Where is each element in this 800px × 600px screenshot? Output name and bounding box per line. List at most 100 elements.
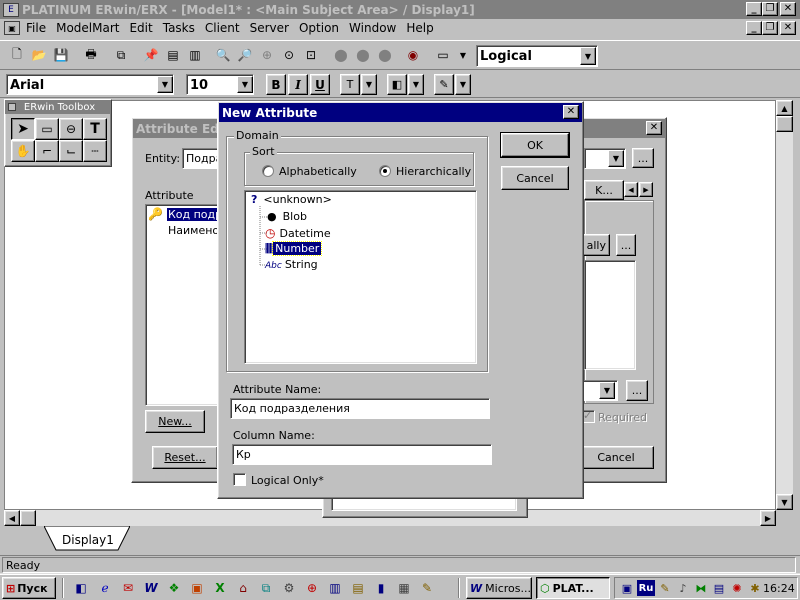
palette-dropdown-icon[interactable]: ▼ (452, 44, 474, 66)
language-indicator[interactable]: Ru (637, 580, 655, 596)
menu-server[interactable]: Server (250, 21, 289, 35)
domain-select-editor-dropdown[interactable]: ▼ (599, 382, 615, 399)
browse-button-2[interactable]: ... (616, 234, 636, 256)
tray-speaker-icon[interactable]: ♪ (675, 580, 691, 596)
access-icon[interactable]: ⌂ (234, 579, 252, 597)
tree-item-unknown[interactable]: ? <unknown> (251, 193, 332, 206)
menu-edit[interactable]: Edit (129, 21, 152, 35)
tray-disk-icon[interactable]: ▤ (711, 580, 727, 596)
menu-option[interactable]: Option (299, 21, 339, 35)
tray-pencil-icon[interactable]: ✎ (657, 580, 673, 596)
entity-dropdown-button[interactable]: ▼ (608, 150, 624, 167)
menu-file[interactable]: File (26, 21, 46, 35)
bold-button[interactable]: B (266, 74, 286, 95)
notepad-icon[interactable]: ✎ (418, 579, 436, 597)
internet-explorer-icon[interactable]: ℯ (96, 579, 114, 597)
word-icon[interactable]: W (142, 579, 160, 597)
ok-button[interactable]: OK (500, 132, 570, 158)
tray-settings-icon[interactable]: ✺ (729, 580, 745, 596)
palette-icon[interactable]: ▭ (432, 44, 454, 66)
new-attribute-close-button[interactable]: ✕ (563, 105, 579, 119)
vertical-scrollbar[interactable]: ▲ ▼ (776, 100, 793, 510)
tray-network-icon[interactable]: ⧓ (693, 580, 709, 596)
menu-tasks[interactable]: Tasks (163, 21, 195, 35)
task-button-word[interactable]: W Micros... (466, 577, 532, 599)
logical-only-label[interactable]: Logical Only* (251, 474, 324, 487)
reset-button[interactable]: Reset... (152, 446, 218, 469)
sort-hierarchically-label[interactable]: Hierarchically (396, 165, 471, 178)
column-name-input[interactable] (232, 444, 492, 465)
mdi-minimize-button[interactable]: _ (746, 21, 762, 35)
copy-icon[interactable]: ⧉ (110, 44, 132, 66)
pointer-tool[interactable]: ➤ (11, 118, 35, 140)
tray-lamp-icon[interactable]: ✱ (747, 580, 763, 596)
entity-display-icon[interactable]: ▤ (162, 44, 184, 66)
dialog-cancel-button[interactable]: Cancel (501, 166, 569, 190)
attribute-name-input[interactable] (230, 398, 490, 419)
fill-color-dropdown-button[interactable]: ▼ (408, 74, 424, 95)
menu-window[interactable]: Window (349, 21, 396, 35)
new-attribute-titlebar[interactable]: New Attribute (219, 103, 582, 122)
calculator-icon[interactable]: ▦ (395, 579, 413, 597)
main-titlebar[interactable]: E PLATINUM ERwin/ERX - [Model1* : <Main … (0, 0, 800, 19)
binder-icon[interactable]: ⧉ (257, 579, 275, 597)
globe-icon[interactable]: ◉ (402, 44, 424, 66)
tree-item-string[interactable]: Abc String (265, 258, 318, 271)
editor-cancel-button[interactable]: Cancel (578, 446, 654, 469)
scroll-up-button[interactable]: ▲ (776, 100, 793, 116)
tools-icon[interactable]: ⚙ (280, 579, 298, 597)
fill-color-button[interactable]: ◧ (387, 74, 407, 95)
browse-button-3[interactable]: ... (626, 380, 648, 401)
chart-icon[interactable]: ▥ (326, 579, 344, 597)
mdi-close-button[interactable]: ✕ (780, 21, 796, 35)
line-color-button[interactable]: ✎ (434, 74, 454, 95)
new-file-icon[interactable]: 🗋 (6, 44, 28, 66)
organizer-icon[interactable]: ▤ (349, 579, 367, 597)
tray-monitor-icon[interactable]: ▣ (619, 580, 635, 596)
line-color-dropdown-button[interactable]: ▼ (455, 74, 471, 95)
menu-modelmart[interactable]: ModelMart (56, 21, 119, 35)
underline-button[interactable]: U (310, 74, 330, 95)
new-attribute-button[interactable]: New... (145, 410, 205, 433)
outlook-icon[interactable]: ✉ (119, 579, 137, 597)
definition-textarea[interactable] (584, 260, 636, 370)
save-icon[interactable]: 💾 (50, 44, 72, 66)
start-button[interactable]: ⊞ Пуск (2, 577, 56, 599)
text-tool[interactable]: T (83, 118, 107, 140)
tab-display1[interactable]: Display1 (62, 533, 114, 547)
ally-button[interactable]: ally (580, 234, 610, 256)
list-item[interactable]: 🔑 Код подразделения (148, 207, 224, 221)
attribute-display-icon[interactable]: ▥ (184, 44, 206, 66)
zoom-normal-icon[interactable]: ⊙ (278, 44, 300, 66)
scroll-down-button[interactable]: ▼ (776, 494, 793, 510)
zoom-in-icon[interactable]: 🔎 (234, 44, 256, 66)
scroll-thumb-vertical[interactable] (776, 116, 793, 132)
toolbox-close-icon[interactable] (8, 103, 16, 111)
many-to-many-relationship-tool[interactable]: ⌙ (59, 140, 83, 162)
view-mode-dropdown-button[interactable]: ▼ (580, 47, 596, 65)
mdi-restore-button[interactable]: ❐ (762, 21, 778, 35)
powerpoint-icon[interactable]: ▣ (188, 579, 206, 597)
zoom-out-icon[interactable]: 🔍 (212, 44, 234, 66)
subtype-tool[interactable]: ⊖ (59, 118, 83, 140)
pin-icon[interactable]: 📌 (140, 44, 162, 66)
text-color-button[interactable]: T (340, 74, 360, 95)
restore-button[interactable]: ❐ (762, 2, 778, 16)
mdi-icon[interactable]: ▣ (4, 21, 20, 35)
menu-help[interactable]: Help (406, 21, 433, 35)
target-icon[interactable]: ⊕ (303, 579, 321, 597)
menu-client[interactable]: Client (205, 21, 240, 35)
text-color-dropdown-button[interactable]: ▼ (361, 74, 377, 95)
logical-only-checkbox[interactable] (233, 473, 246, 486)
open-folder-icon[interactable]: 📂 (28, 44, 50, 66)
tab-scroll-right-button[interactable]: ▶ (639, 182, 653, 197)
font-name-select[interactable]: Arial (6, 74, 174, 95)
tree-item-datetime[interactable]: ◷ Datetime (265, 226, 331, 240)
scroll-right-button[interactable]: ▶ (760, 510, 776, 526)
italic-button[interactable]: I (288, 74, 308, 95)
domain-tree[interactable]: ? <unknown> ● Blob ◷ Datetime ⫼⫼ Number Abc S… (244, 190, 477, 364)
font-size-dropdown-button[interactable]: ▼ (237, 76, 253, 93)
sort-alphabetically-radio[interactable] (262, 165, 274, 177)
entity-tool[interactable]: ▭ (35, 118, 59, 140)
tree-item-blob[interactable]: ● Blob (267, 210, 307, 223)
